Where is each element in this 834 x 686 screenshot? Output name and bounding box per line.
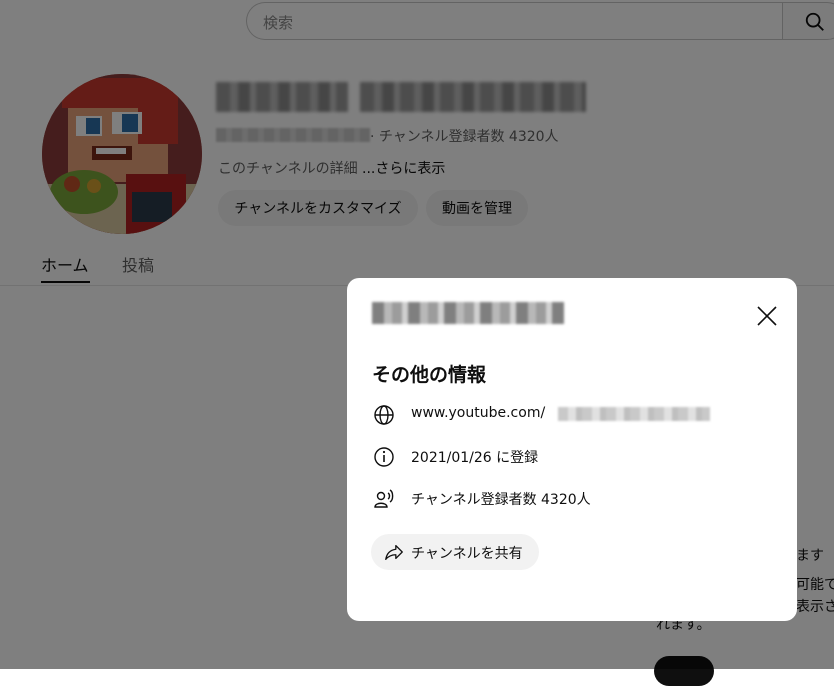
subscribers-row: チャンネル登録者数 4320人 [372, 487, 772, 511]
info-icon [374, 447, 394, 467]
share-channel-label: チャンネルを共有 [411, 546, 523, 562]
share-icon [385, 544, 403, 560]
share-channel-button[interactable]: チャンネルを共有 [371, 534, 539, 570]
close-icon [757, 306, 777, 326]
dialog-title: その他の情報 [372, 364, 487, 386]
about-dialog: その他の情報 www.youtube.com/ 2021/01/26 に登録 チ… [347, 278, 797, 621]
joined-date-row: 2021/01/26 に登録 [372, 445, 772, 469]
joined-date: 2021/01/26 に登録 [411, 450, 539, 466]
subscriber-count: チャンネル登録者数 4320人 [411, 492, 591, 508]
channel-url-link[interactable]: www.youtube.com/ [411, 405, 545, 421]
globe-icon [374, 405, 394, 425]
channel-url-row: www.youtube.com/ [372, 403, 772, 427]
close-button[interactable] [753, 302, 781, 330]
channel-url-redacted [558, 407, 710, 421]
subscribers-icon [374, 489, 394, 508]
dialog-channel-name-redacted [372, 302, 564, 324]
